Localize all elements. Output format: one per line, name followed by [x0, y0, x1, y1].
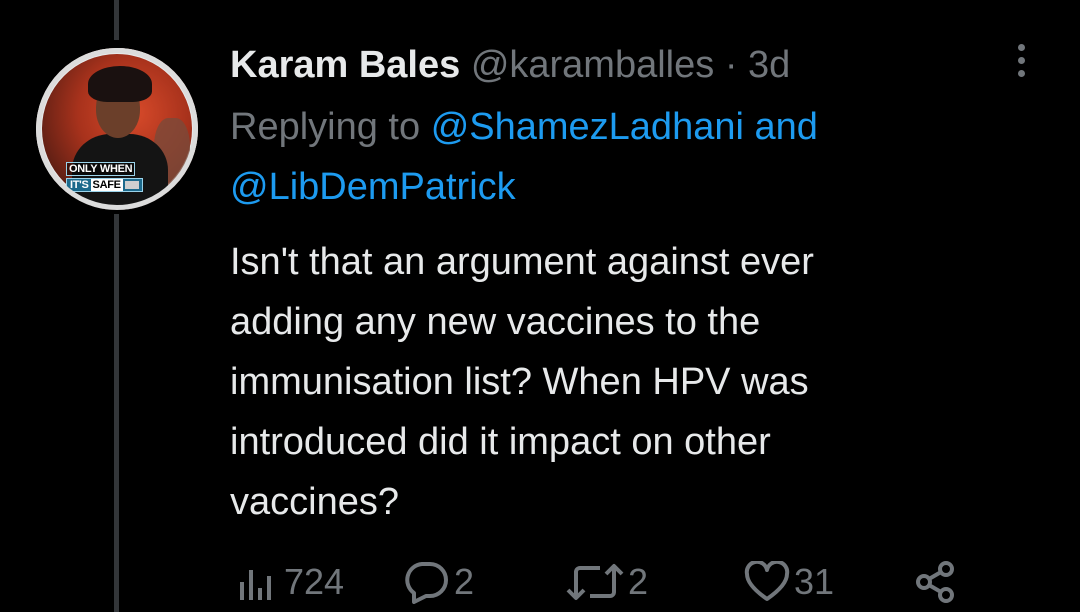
- replying-to-line-2: @LibDemPatrick: [230, 162, 516, 212]
- retweet-icon: [566, 564, 624, 600]
- thread-line-top: [114, 0, 119, 40]
- bar-chart-icon: [240, 570, 271, 600]
- avatar-banner-badge: SAFE: [90, 179, 123, 191]
- avatar[interactable]: ONLY WHEN IT'S SAFE: [36, 48, 198, 210]
- timestamp[interactable]: 3d: [748, 44, 790, 86]
- tweet-text-line: immunisation list? When HPV was: [230, 361, 809, 403]
- reply-button[interactable]: 2: [402, 558, 474, 606]
- user-handle[interactable]: @karamballes: [471, 44, 714, 86]
- mention-link-2[interactable]: @LibDemPatrick: [230, 166, 516, 208]
- like-count: 31: [794, 561, 835, 602]
- thread-line-bottom: [114, 214, 119, 612]
- replying-to-line: Replying to @ShamezLadhani and: [230, 102, 818, 152]
- tweet-text-line: introduced did it impact on other: [230, 421, 771, 463]
- speech-bubble-icon: [405, 562, 448, 604]
- avatar-banner: ONLY WHEN IT'S SAFE: [66, 162, 166, 192]
- tweet-actions: 724 2 2 31: [236, 558, 976, 606]
- tweet-text-line: Isn't that an argument against ever: [230, 241, 814, 283]
- heart-icon: [744, 561, 790, 601]
- mention-conjunction: and: [754, 106, 818, 148]
- avatar-banner-line1: ONLY WHEN: [66, 162, 136, 176]
- replying-to-label: Replying to: [230, 106, 421, 148]
- avatar-banner-line2: IT'S SAFE: [66, 178, 143, 192]
- tweet-text-line: vaccines?: [230, 481, 399, 523]
- views-count: 724: [284, 561, 345, 602]
- more-vertical-icon[interactable]: [1012, 44, 1030, 84]
- share-button[interactable]: [912, 558, 958, 606]
- share-icon: [916, 561, 954, 603]
- separator-dot: ·: [724, 44, 738, 86]
- tweet-header: Karam Bales @karamballes · 3d: [230, 40, 790, 90]
- views-button[interactable]: 724: [236, 558, 344, 606]
- avatar-person-hair: [88, 66, 152, 102]
- mention-link-1[interactable]: @ShamezLadhani: [431, 106, 744, 148]
- tweet-text-line: adding any new vaccines to the: [230, 301, 761, 343]
- retweet-button[interactable]: 2: [566, 558, 648, 606]
- retweet-count: 2: [628, 561, 649, 602]
- avatar-banner-logo: [124, 181, 139, 190]
- like-button[interactable]: 31: [744, 558, 834, 606]
- display-name[interactable]: Karam Bales: [230, 44, 460, 86]
- avatar-banner-line2-text: IT'S: [70, 179, 89, 191]
- tweet-body: Isn't that an argument against ever addi…: [230, 232, 990, 532]
- reply-count: 2: [454, 561, 475, 602]
